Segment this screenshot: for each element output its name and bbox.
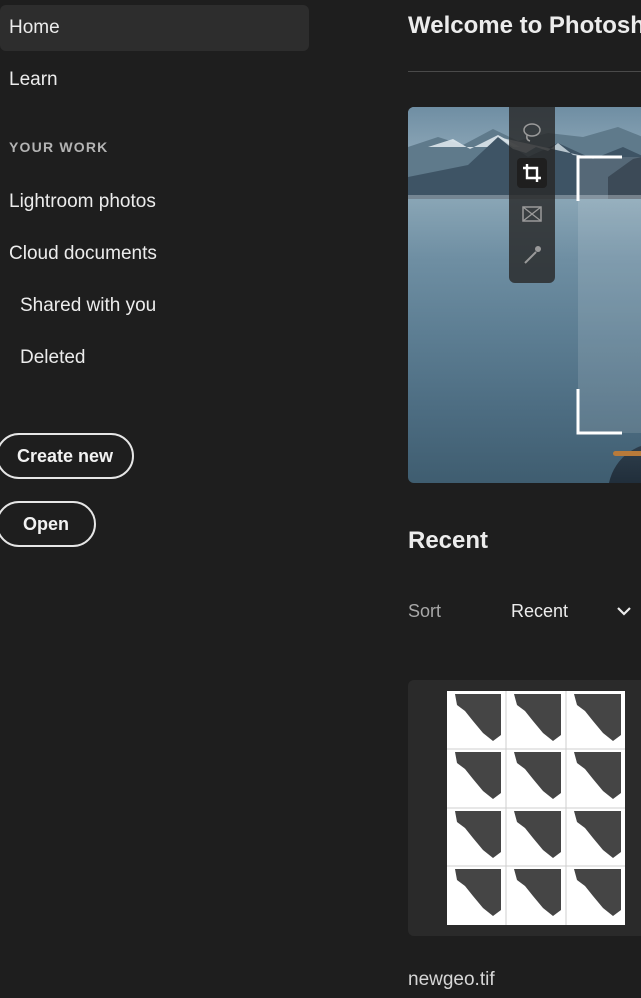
- nav-item-cloud-documents[interactable]: Cloud documents: [0, 231, 309, 277]
- nav-item-learn[interactable]: Learn: [0, 57, 309, 103]
- crop-tool[interactable]: [517, 158, 547, 188]
- create-new-button[interactable]: Create new: [0, 433, 134, 479]
- frame-tool[interactable]: [517, 199, 547, 229]
- main-content: Welcome to Photoshop: [408, 0, 641, 998]
- nav-item-lightroom-label: Lightroom photos: [9, 191, 156, 212]
- nav-item-shared-label: Shared with you: [20, 295, 157, 316]
- welcome-title: Welcome to Photoshop: [408, 12, 641, 39]
- eyedropper-icon: [524, 246, 541, 264]
- recent-file-thumbnail: [447, 691, 625, 925]
- tool-panel: [509, 107, 555, 283]
- recent-file-card[interactable]: [408, 680, 641, 936]
- sort-label: Sort: [408, 601, 442, 621]
- recent-section-title: Recent: [408, 527, 489, 554]
- hero-boat: [608, 443, 641, 483]
- hero-boat-edge: [613, 451, 641, 456]
- sort-dropdown[interactable]: Recent: [511, 599, 641, 627]
- sidebar: Home Learn YOUR WORK Lightroom photos Cl…: [0, 0, 320, 998]
- nav-item-deleted-label: Deleted: [20, 347, 86, 368]
- nav-item-home-label: Home: [9, 17, 60, 38]
- crop-icon: [523, 164, 541, 182]
- lasso-tool[interactable]: [517, 117, 547, 147]
- open-button[interactable]: Open: [0, 501, 96, 547]
- photoshop-home-screen: Home Learn YOUR WORK Lightroom photos Cl…: [0, 0, 641, 998]
- nav-item-home[interactable]: Home: [0, 5, 309, 51]
- lasso-icon: [523, 123, 541, 142]
- header-divider: [408, 71, 641, 72]
- recent-file-name[interactable]: newgeo.tif: [408, 969, 495, 991]
- nav-item-learn-label: Learn: [9, 69, 58, 90]
- thumbnail-map-grid: [447, 691, 625, 925]
- section-label-your-work: YOUR WORK: [9, 139, 109, 155]
- nav-item-shared-with-you[interactable]: Shared with you: [0, 283, 309, 329]
- nav-item-deleted[interactable]: Deleted: [0, 335, 309, 381]
- eyedropper-tool[interactable]: [517, 240, 547, 270]
- create-new-button-label: Create new: [16, 445, 114, 466]
- nav-item-cloud-label: Cloud documents: [9, 243, 157, 264]
- open-button-label: Open: [22, 513, 69, 534]
- nav-item-lightroom-photos[interactable]: Lightroom photos: [0, 179, 309, 225]
- chevron-down-icon: [617, 607, 631, 616]
- hero-banner-image[interactable]: [408, 107, 641, 483]
- crop-frame-overlay: [576, 155, 641, 435]
- frame-icon: [522, 206, 542, 222]
- sort-dropdown-value: Recent: [511, 601, 569, 621]
